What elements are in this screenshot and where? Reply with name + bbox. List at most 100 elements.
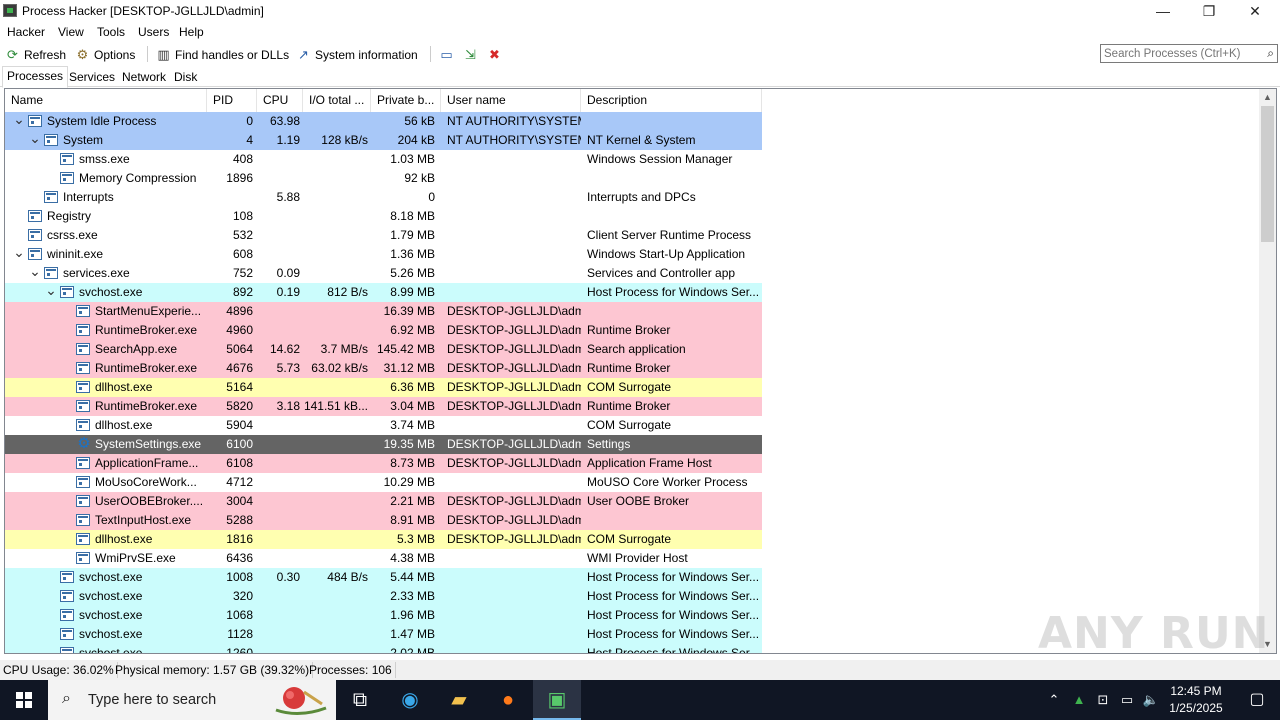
device-tray-icon[interactable]: ⊡ <box>1092 680 1114 720</box>
tab-services[interactable]: Services <box>65 68 119 87</box>
menu-view[interactable]: View <box>58 25 84 39</box>
process-hacker-taskbar-icon[interactable]: ▣ <box>533 680 581 720</box>
process-row[interactable]: ⌄ wininit.exe 608 1.36 MB Windows Start-Up A… <box>5 245 762 264</box>
minimize-button[interactable]: — <box>1140 0 1186 22</box>
process-row[interactable]: RuntimeBroker.exe 5820 3.18 141.51 kB... 3.0… <box>5 397 762 416</box>
scroll-up-icon[interactable]: ▲ <box>1259 89 1276 106</box>
cell-user-name: DESKTOP-JGLLJLD\admi <box>447 361 581 375</box>
expand-chevron-icon[interactable]: ⌄ <box>28 264 42 283</box>
cell-process-name: ApplicationFrame... <box>95 456 199 470</box>
process-row[interactable]: dllhost.exe 5904 3.74 MB COM Surrogate <box>5 416 762 435</box>
cell-pid: 1896 <box>226 171 253 185</box>
terminate-button[interactable]: ✖ <box>487 46 502 63</box>
cell-pid: 320 <box>232 589 253 603</box>
scroll-thumb[interactable] <box>1261 106 1274 242</box>
expand-chevron-icon[interactable]: ⌄ <box>28 131 42 150</box>
expand-chevron-icon[interactable]: ⌄ <box>44 283 58 302</box>
cell-process-name: RuntimeBroker.exe <box>95 399 198 413</box>
tab-processes[interactable]: Processes <box>2 66 69 88</box>
search-processes-box[interactable]: ⌕ <box>1100 44 1278 63</box>
refresh-button[interactable]: ⟳ Refresh <box>5 46 66 63</box>
process-row[interactable]: Memory Compression 1896 92 kB <box>5 169 762 188</box>
close-button[interactable]: ✕ <box>1232 0 1278 22</box>
process-row[interactable]: ⌄ services.exe 752 0.09 5.26 MB Services and … <box>5 264 762 283</box>
process-row[interactable]: UserOOBEBroker.... 3004 2.21 MB DESKTOP-JGL… <box>5 492 762 511</box>
process-row[interactable]: RuntimeBroker.exe 4676 5.73 63.02 kB/s 31.12… <box>5 359 762 378</box>
cell-description: Host Process for Windows Ser... <box>587 646 759 654</box>
process-row[interactable]: csrss.exe 532 1.79 MB Client Server Runtime… <box>5 226 762 245</box>
process-row[interactable]: TextInputHost.exe 5288 8.91 MB DESKTOP-JGLL… <box>5 511 762 530</box>
search-processes-input[interactable] <box>1101 45 1251 62</box>
menu-help[interactable]: Help <box>179 25 204 39</box>
column-pid[interactable]: PID <box>207 89 257 112</box>
process-row[interactable]: RuntimeBroker.exe 4960 6.92 MB DESKTOP-JGLL… <box>5 321 762 340</box>
taskbar-search-box[interactable]: ⌕ Type here to search <box>48 680 336 720</box>
toolbar: ⟳ Refresh ⚙ Options ▥ Find handles or DL… <box>0 43 1280 65</box>
process-hacker-tray-icon[interactable]: ▲ <box>1068 680 1090 720</box>
cell-private-bytes: 1.03 MB <box>390 152 435 166</box>
show-hidden-icons-chevron-icon[interactable]: ⌃ <box>1044 680 1064 720</box>
network-icon[interactable]: ▭ <box>1116 680 1138 720</box>
cell-pid: 1008 <box>226 570 253 584</box>
process-row[interactable]: ⌄ svchost.exe 892 0.19 812 B/s 8.99 MB Host Pr… <box>5 283 762 302</box>
cell-cpu <box>257 492 300 511</box>
cell-private-bytes: 16.39 MB <box>383 304 435 318</box>
menu-hacker[interactable]: Hacker <box>7 25 45 39</box>
column-user-name[interactable]: User name <box>441 89 581 112</box>
process-row[interactable]: WmiPrvSE.exe 6436 4.38 MB WMI Provider Host <box>5 549 762 568</box>
vertical-scrollbar[interactable]: ▲ ▼ <box>1259 89 1276 653</box>
process-row[interactable]: svchost.exe 1008 0.30 484 B/s 5.44 MB Host Pr… <box>5 568 762 587</box>
cell-private-bytes: 6.36 MB <box>390 380 435 394</box>
task-view-icon[interactable]: ⧉ <box>336 680 384 720</box>
cell-io-total <box>303 112 368 131</box>
notification-icon[interactable]: ▢ <box>1234 680 1280 720</box>
process-row[interactable]: ApplicationFrame... 6108 8.73 MB DESKTOP-JG… <box>5 454 762 473</box>
maximize-button[interactable]: ❐ <box>1186 0 1232 22</box>
find-handles-button[interactable]: ▥ Find handles or DLLs <box>156 46 289 63</box>
column-name[interactable]: Name <box>5 89 207 112</box>
file-explorer-icon[interactable]: ▰ <box>435 680 483 720</box>
cell-process-name: RuntimeBroker.exe <box>95 323 198 337</box>
process-row[interactable]: SearchApp.exe 5064 14.62 3.7 MB/s 145.42 MB D… <box>5 340 762 359</box>
clock[interactable]: 12:45 PM 1/25/2025 <box>1160 683 1232 717</box>
cell-process-name: dllhost.exe <box>95 532 153 546</box>
process-row[interactable]: svchost.exe 1260 2.02 MB Host Process for W… <box>5 644 762 654</box>
status-physical-memory: Physical memory: 1.57 GB (39.32%) <box>112 662 314 678</box>
cell-user-name: DESKTOP-JGLLJLD\admi <box>447 380 581 394</box>
column-io-total[interactable]: I/O total ... <box>303 89 371 112</box>
process-row[interactable]: svchost.exe 1068 1.96 MB Host Process for W… <box>5 606 762 625</box>
start-button[interactable] <box>0 680 48 720</box>
process-row[interactable]: ⚙ SystemSettings.exe 6100 19.35 MB DESKTOP-J… <box>5 435 762 454</box>
process-row[interactable]: svchost.exe 320 2.33 MB Host Process for Wi… <box>5 587 762 606</box>
process-row[interactable]: Registry 108 8.18 MB <box>5 207 762 226</box>
volume-icon[interactable]: 🔈 <box>1140 680 1162 720</box>
process-row[interactable]: svchost.exe 1128 1.47 MB Host Process for W… <box>5 625 762 644</box>
tab-network[interactable]: Network <box>118 68 170 87</box>
cell-io-total <box>303 416 368 435</box>
process-row[interactable]: dllhost.exe 5164 6.36 MB DESKTOP-JGLLJLD\ad… <box>5 378 762 397</box>
process-row[interactable]: ⌄ System Idle Process 0 63.98 56 kB NT AUTHOR… <box>5 112 762 131</box>
firefox-icon[interactable]: ● <box>484 680 532 720</box>
expand-chevron-icon[interactable]: ⌄ <box>12 112 26 131</box>
tab-disk[interactable]: Disk <box>170 68 201 87</box>
system-information-button[interactable]: ↗ System information <box>296 46 418 63</box>
menu-tools[interactable]: Tools <box>97 25 125 39</box>
edge-browser-icon[interactable]: ◉ <box>386 680 434 720</box>
process-row[interactable]: smss.exe 408 1.03 MB Windows Session Manage… <box>5 150 762 169</box>
process-row[interactable]: ⌄ System 4 1.19 128 kB/s 204 kB NT AUTHORITY\S… <box>5 131 762 150</box>
process-row[interactable]: MoUsoCoreWork... 4712 10.29 MB MoUSO Core W… <box>5 473 762 492</box>
process-row[interactable]: StartMenuExperie... 4896 16.39 MB DESKTOP-J… <box>5 302 762 321</box>
process-row[interactable]: dllhost.exe 1816 5.3 MB DESKTOP-JGLLJLD\adm… <box>5 530 762 549</box>
column-private-bytes[interactable]: Private b... <box>371 89 441 112</box>
column-description[interactable]: Description <box>581 89 762 112</box>
find-window-button[interactable]: ⇲ <box>463 46 478 63</box>
cell-user-name <box>447 226 581 245</box>
column-cpu[interactable]: CPU <box>257 89 303 112</box>
expand-chevron-icon[interactable]: ⌄ <box>12 245 26 264</box>
window-button[interactable]: ▭ <box>439 46 454 63</box>
process-tree[interactable]: Name PID CPU I/O total ... Private b... … <box>4 88 1277 654</box>
process-row[interactable]: Interrupts 5.88 0 Interrupts and DPCs <box>5 188 762 207</box>
menu-users[interactable]: Users <box>138 25 169 39</box>
options-button[interactable]: ⚙ Options <box>75 46 136 63</box>
cell-pid: 5164 <box>226 380 253 394</box>
